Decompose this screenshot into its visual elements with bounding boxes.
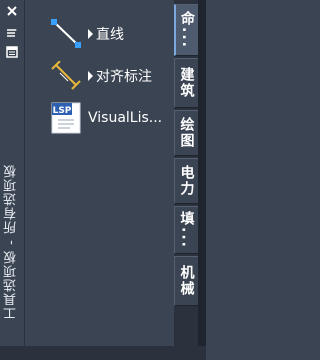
tab-mechanical[interactable]: 机械 (174, 256, 198, 306)
autohide-icon[interactable] (6, 27, 18, 39)
tool-label-line: 直线 (96, 27, 124, 43)
palette-title: 工具选项板 - 所有选项板 (4, 164, 19, 320)
palette-edge (198, 0, 206, 360)
tool-list: 直线 对齐标注 LSP VisualLis... (26, 0, 174, 360)
aligned-dimension-icon (51, 61, 81, 90)
tab-hatch[interactable]: 填... (174, 206, 198, 254)
lsp-file-icon: LSP (51, 102, 81, 134)
tool-label-aligned-dimension: 对齐标注 (96, 69, 152, 85)
tool-item-aligned-dimension[interactable]: 对齐标注 (50, 59, 174, 93)
tab-label: 绘图 (178, 117, 195, 149)
tool-item-visuallisp[interactable]: LSP VisualLis... (50, 101, 174, 135)
properties-icon[interactable] (6, 46, 18, 58)
tab-label: 建筑 (178, 67, 195, 99)
expand-arrow-icon (88, 71, 93, 81)
lsp-icon-text: LSP (53, 106, 72, 116)
close-icon[interactable] (6, 5, 18, 17)
tab-label: 电力 (178, 165, 195, 197)
tool-label-visuallisp: VisualLis... (88, 110, 163, 126)
expand-arrow-icon (88, 29, 93, 39)
tab-electrical[interactable]: 电力 (174, 158, 198, 204)
palette-tab-strip: 命... 建筑 绘图 电力 填... 机械 (174, 0, 198, 360)
tab-label: 机械 (178, 265, 195, 297)
tab-label: 命... (179, 11, 195, 49)
tab-architecture[interactable]: 建筑 (174, 58, 198, 108)
tool-item-line[interactable]: 直线 (50, 17, 174, 51)
tab-draw[interactable]: 绘图 (174, 110, 198, 156)
palette-titlebar: 工具选项板 - 所有选项板 (0, 0, 25, 360)
tab-command[interactable]: 命... (174, 4, 198, 56)
tab-label: 填... (178, 211, 195, 249)
line-tool-icon (51, 19, 81, 48)
palette-bottom-edge (0, 346, 206, 360)
